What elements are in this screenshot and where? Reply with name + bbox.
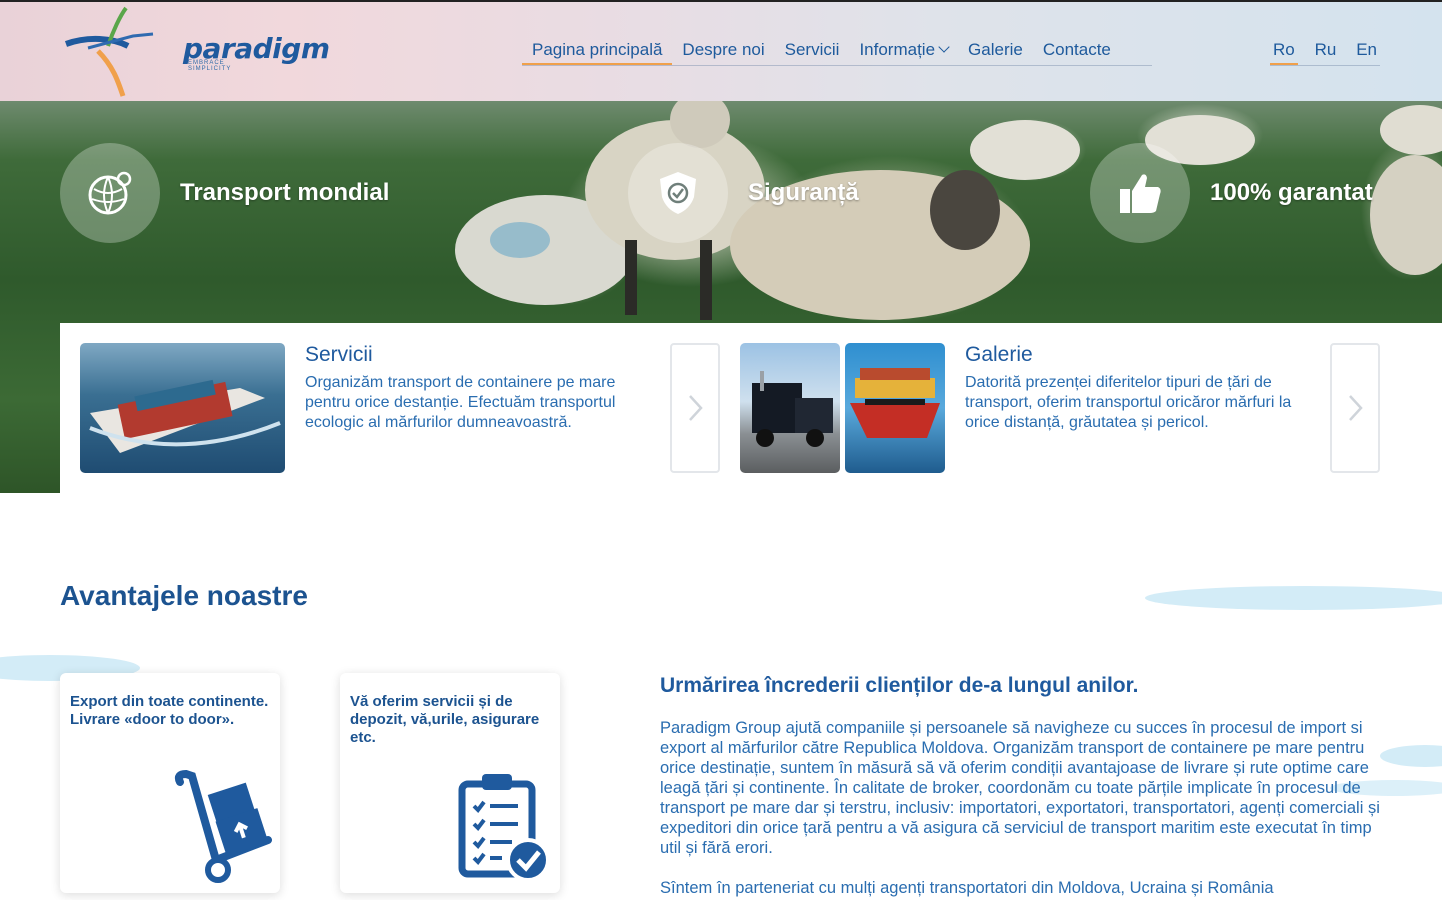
feature-circle bbox=[1090, 143, 1190, 243]
gallery-card-text: Datorită prezenței diferitelor tipuri de… bbox=[965, 374, 1292, 431]
nav-item-home[interactable]: Pagina principală bbox=[522, 38, 673, 65]
truck-image[interactable] bbox=[740, 343, 840, 473]
logo-plane-icon bbox=[64, 6, 154, 97]
advantages-title: Avantajele noastre bbox=[60, 580, 308, 611]
nav-item-contacts[interactable]: Contacte bbox=[1033, 38, 1121, 65]
feature-guaranteed: 100% garantat bbox=[1090, 143, 1373, 243]
decorative-wave bbox=[1145, 586, 1442, 610]
info-paragraph: Sîntem în parteneriat cu mulți agenți tr… bbox=[660, 879, 1274, 897]
nav-item-gallery[interactable]: Galerie bbox=[958, 38, 1033, 65]
logo-tagline: EMBRACE SIMPLICITY bbox=[188, 60, 232, 72]
nav-item-information[interactable]: Informație bbox=[849, 38, 958, 65]
main-nav: Pagina principală Despre noi Servicii In… bbox=[522, 38, 1152, 66]
clipboard-check-icon bbox=[458, 774, 550, 882]
lang-en[interactable]: En bbox=[1353, 38, 1380, 65]
feature-label: Siguranță bbox=[748, 179, 859, 206]
chevron-right-icon bbox=[1349, 395, 1363, 421]
feature-safety: Siguranță bbox=[628, 143, 859, 243]
services-next-button[interactable] bbox=[670, 343, 720, 473]
lang-ru[interactable]: Ru bbox=[1312, 38, 1340, 65]
services-card-text: Organizăm transport de containere pe mar… bbox=[305, 374, 616, 431]
language-switcher: Ro Ru En bbox=[1270, 38, 1380, 66]
thumbs-up-icon bbox=[1120, 174, 1161, 213]
services-card-title[interactable]: Servicii bbox=[305, 343, 373, 367]
decorative-wave bbox=[1380, 745, 1442, 767]
advantage-card-text: Vă oferim servicii și de depozit, vă,uri… bbox=[350, 693, 540, 746]
logo[interactable]: paradigm EMBRACE SIMPLICITY bbox=[58, 6, 330, 98]
cargo-ship-image[interactable] bbox=[845, 343, 945, 473]
feature-label: Transport mondial bbox=[180, 179, 390, 206]
info-paragraph: Paradigm Group ajută companiile și perso… bbox=[660, 719, 1380, 857]
gallery-card-title[interactable]: Galerie bbox=[965, 343, 1033, 367]
hand-truck-icon bbox=[174, 770, 272, 883]
cargo-ship-illustration bbox=[850, 368, 940, 438]
shield-icon bbox=[660, 172, 696, 214]
truck-illustration bbox=[752, 371, 833, 447]
info-heading: Urmărirea încrederii clienților de-a lun… bbox=[660, 674, 1139, 697]
feature-worldwide: Transport mondial bbox=[60, 143, 389, 243]
gallery-next-button[interactable] bbox=[1330, 343, 1380, 473]
nav-item-about[interactable]: Despre noi bbox=[672, 38, 774, 65]
chevron-down-icon bbox=[938, 41, 950, 53]
nav-item-information-label: Informație bbox=[859, 40, 936, 59]
advantage-card-storage: Vă oferim servicii și de depozit, vă,uri… bbox=[340, 673, 560, 893]
feature-circle bbox=[60, 143, 160, 243]
feature-circle bbox=[628, 143, 728, 243]
chevron-right-icon bbox=[689, 395, 703, 421]
globe-icon bbox=[88, 171, 132, 215]
cards-strip: Servicii Organizăm transport de containe… bbox=[60, 323, 1442, 493]
advantage-card-text: Export din toate continente. Livrare «do… bbox=[70, 693, 269, 728]
feature-label: 100% garantat bbox=[1210, 179, 1373, 206]
ship-image[interactable] bbox=[80, 343, 285, 473]
container-ship-illustration bbox=[89, 379, 281, 453]
advantage-card-export: Export din toate continente. Livrare «do… bbox=[60, 673, 280, 893]
lang-ro[interactable]: Ro bbox=[1270, 38, 1298, 65]
nav-item-services[interactable]: Servicii bbox=[775, 38, 850, 65]
